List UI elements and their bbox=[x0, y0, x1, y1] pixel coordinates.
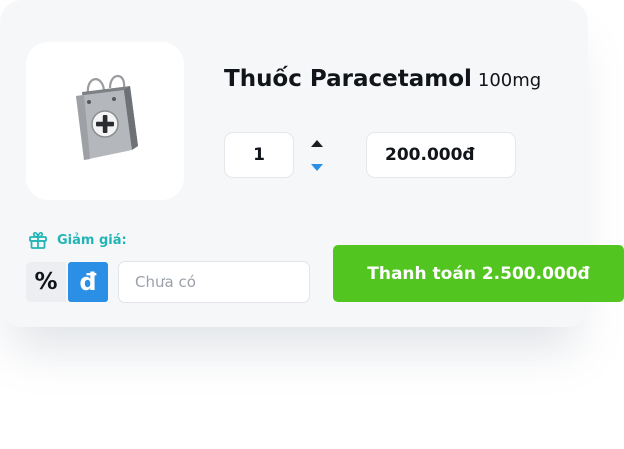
price-field[interactable]: 200.000đ bbox=[366, 132, 516, 178]
product-title: Thuốc Paracetamol 100mg bbox=[224, 66, 541, 92]
quantity-field[interactable]: 1 bbox=[224, 132, 294, 178]
product-image bbox=[26, 42, 184, 200]
currency-toggle-button[interactable]: đ bbox=[68, 262, 108, 302]
discount-label: Giảm giá: bbox=[28, 230, 127, 250]
product-dose: 100mg bbox=[477, 70, 542, 91]
gift-icon bbox=[29, 231, 47, 249]
product-name: Thuốc Paracetamol bbox=[224, 66, 472, 92]
caret-up-icon[interactable] bbox=[311, 140, 323, 147]
caret-down-icon[interactable] bbox=[311, 164, 323, 171]
discount-label-text: Giảm giá: bbox=[57, 232, 127, 248]
discount-input[interactable] bbox=[118, 261, 310, 303]
percent-toggle-button[interactable]: % bbox=[26, 262, 66, 302]
checkout-button[interactable]: Thanh toán 2.500.000đ bbox=[333, 245, 624, 302]
medicine-bag-icon bbox=[76, 74, 138, 160]
